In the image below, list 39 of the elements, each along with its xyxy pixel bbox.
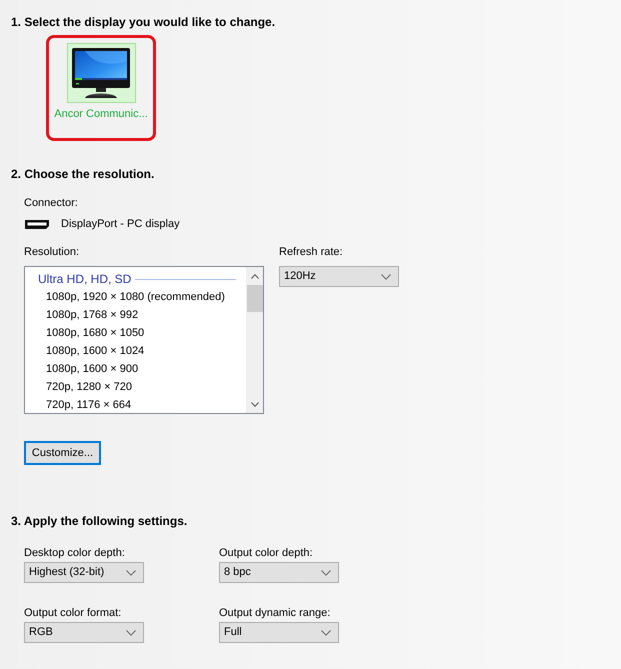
- dropdown[interactable]: RGB: [24, 622, 144, 643]
- resolution-listbox[interactable]: Ultra HD, HD, SD 1080p, 1920 × 1080 (recommended) 1080p, 1768 × 992 1080p, 1680 × 1050 1080p, 1600 × 1024 1080p, 1600 × 900 720p, 1280 × 720 720p, 1176 × 664: [24, 266, 264, 414]
- resolution-item[interactable]: 720p, 1280 × 720: [25, 378, 246, 396]
- display-tile[interactable]: [66, 43, 136, 103]
- resolution-item[interactable]: 1080p, 1920 × 1080 (recommended): [25, 288, 246, 306]
- monitor-icon: [71, 47, 131, 99]
- chevron-down-icon: [250, 402, 258, 406]
- connector-value: DisplayPort - PC display: [61, 217, 180, 232]
- dropdown[interactable]: 120Hz: [279, 266, 399, 287]
- field-label: Output dynamic range:: [219, 606, 330, 621]
- dropdown[interactable]: 8 bpc: [219, 562, 339, 583]
- resolution-item[interactable]: 1080p, 1768 × 992: [25, 306, 246, 324]
- chevron-down-icon: [381, 274, 391, 280]
- scrollbar-thumb[interactable]: [246, 285, 262, 312]
- customize-button[interactable]: Customize...: [24, 441, 101, 465]
- chevron-down-icon: [126, 630, 136, 636]
- scrollbar[interactable]: [246, 267, 263, 413]
- resolution-item[interactable]: 1080p, 1680 × 1050: [25, 324, 246, 342]
- resolution-item[interactable]: 1080p, 1600 × 1024: [25, 342, 246, 360]
- chevron-down-icon: [126, 570, 136, 576]
- section-heading: 1. Select the display you would like to change.: [11, 14, 276, 30]
- field-label: Connector:: [24, 196, 78, 211]
- chevron-down-icon: [321, 570, 331, 576]
- chevron-down-icon: [321, 630, 331, 636]
- group-header: Ultra HD, HD, SD: [38, 271, 132, 287]
- field-label: Output color format:: [24, 606, 122, 621]
- field-label: Resolution:: [24, 245, 80, 260]
- chevron-up-icon: [250, 274, 258, 278]
- field-label: Refresh rate:: [279, 245, 343, 260]
- field-label: Desktop color depth:: [24, 546, 125, 561]
- display-label: Ancor Communic...: [54, 107, 148, 122]
- section-heading: 3. Apply the following settings.: [11, 513, 188, 529]
- dropdown[interactable]: Highest (32-bit): [24, 562, 144, 583]
- field-label: Output color depth:: [219, 546, 313, 561]
- connector-port-icon: [25, 220, 49, 228]
- section-heading: 2. Choose the resolution.: [11, 166, 154, 182]
- resolution-item[interactable]: 1080p, 1600 × 900: [25, 360, 246, 378]
- resolution-item[interactable]: 720p, 1176 × 664: [25, 396, 246, 414]
- dropdown[interactable]: Full: [219, 622, 339, 643]
